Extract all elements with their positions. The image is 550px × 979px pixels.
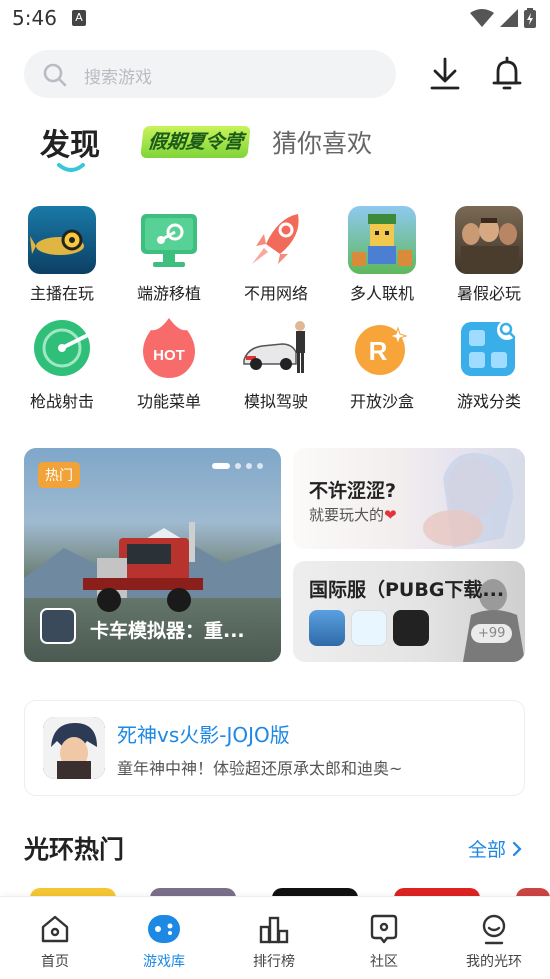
category-item[interactable]: 游戏分类 [439,314,539,412]
nav-profile[interactable]: 我的光环 [449,911,539,971]
featured-banner[interactable]: 热门 卡车模拟器：重... [24,448,281,662]
fish-game-icon [28,206,96,274]
heart-icon: ❤ [384,506,397,524]
category-item[interactable]: R 开放沙盒 [332,314,432,412]
carousel-dots [212,463,263,469]
section-title: 光环热门 [24,835,125,864]
survivors-game-icon [455,206,523,274]
roblox-game-icon [348,206,416,274]
promo-card-bottom[interactable]: 国际服（PUBG下载... +99 [293,561,525,662]
category-item[interactable]: HOT 功能菜单 [119,314,219,412]
recommend-title: 死神vs火影-JOJO版 [117,723,290,747]
tab-discover[interactable]: 发现 [40,120,100,164]
category-item[interactable]: 模拟驾驶 [226,314,326,412]
nav-home[interactable]: 首页 [10,911,100,971]
chevron-right-icon [512,841,522,857]
category-item[interactable]: 端游移植 [119,206,219,304]
category-grid-icon [455,314,523,382]
search-placeholder: 搜索游戏 [84,68,152,88]
promo-card2-title: 国际服（PUBG下载... [309,579,505,601]
truck-image [83,522,203,612]
promo-card-top[interactable]: 不许涩涩? 就要玩大的❤ [293,448,525,549]
category-item[interactable]: 暑假必玩 [439,206,539,304]
view-all-link[interactable]: 全部 [468,835,522,862]
game-thumbnail-cat [351,610,387,646]
recommend-desc: 童年神中神！体验超还原承太郎和迪奥~ [117,759,403,778]
category-item[interactable]: 主播在玩 [12,206,112,304]
status-time: 5:46 [12,6,57,30]
bell-icon[interactable] [490,56,524,92]
nav-community[interactable]: 社区 [339,911,429,971]
steam-monitor-icon [135,206,203,274]
recommend-card[interactable]: 死神vs火影-JOJO版 童年神中神！体验超还原承太郎和迪奥~ [24,700,525,796]
tab-guess-you-like[interactable]: 猜你喜欢 [272,124,372,160]
battery-icon [524,8,536,28]
category-item[interactable]: 多人联机 [332,206,432,304]
game-thumbnail-2k [393,610,429,646]
hot-flame-icon: HOT [135,314,203,382]
search-bar[interactable]: 搜索游戏 [24,50,396,98]
hot-badge: 热门 [38,462,80,488]
more-count-badge: +99 [471,624,513,643]
status-bar: 5:46 A [0,0,550,36]
home-icon [41,915,69,943]
gamepad-icon [148,915,180,943]
car-driver-icon [242,314,310,382]
search-icon [43,63,67,87]
tab-summer-camp[interactable]: 假期夏令营 [140,126,251,158]
signal-icon [500,9,518,27]
game-avatar [43,717,105,779]
promo-card-title: 不许涩涩? [309,480,397,502]
promo-card-subtitle: 就要玩大的❤ [309,506,397,524]
wifi-icon [470,9,494,27]
top-tabs: 发现 假期夏令营 猜你喜欢 [0,118,550,178]
sim-badge: A [72,10,86,26]
sandbox-planet-icon: R [348,314,416,382]
svg-text:HOT: HOT [153,347,185,364]
category-item[interactable]: 不用网络 [226,206,326,304]
nav-game-library[interactable]: 游戏库 [119,911,209,971]
banner-title: 卡车模拟器：重... [90,620,245,642]
rocket-icon [242,206,310,274]
profile-icon [482,914,506,945]
bottom-nav: 首页 游戏库 排行榜 社区 我的光环 [0,896,550,979]
game-thumbnail-pubg [309,610,345,646]
ranking-icon [259,916,289,944]
svg-text:R: R [369,336,388,366]
tab-active-indicator [57,163,85,172]
banner-game-thumbnail [40,608,76,644]
radar-icon [28,314,96,382]
category-item[interactable]: 枪战射击 [12,314,112,412]
download-icon[interactable] [428,56,462,92]
community-icon [370,914,398,944]
nav-ranking[interactable]: 排行榜 [229,911,319,971]
anime-character-art [423,453,513,548]
